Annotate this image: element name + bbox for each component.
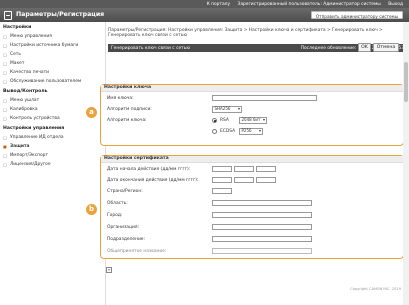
sidebar-item-paper-source[interactable]: Настройки источника бумаги <box>0 41 105 50</box>
key-algo-label: Алгоритм ключа: <box>107 118 147 123</box>
sidebar: Настройки Меню управления Настройки исто… <box>0 22 106 305</box>
city-label: Город: <box>107 213 123 218</box>
signature-algo-label: Алгоритм подписи: <box>107 107 152 112</box>
organization-label: Организация: <box>107 225 139 230</box>
sidebar-item-security[interactable]: Защита <box>0 142 105 151</box>
certificate-settings-panel: Настройки сертификата Дата начала действ… <box>100 155 404 259</box>
scrollbar-thumb[interactable] <box>404 62 408 102</box>
key-settings-heading: Настройки ключа <box>101 85 403 92</box>
key-settings-panel: Настройки ключа Имя ключа: Алгоритм подп… <box>100 84 404 146</box>
copyright: Copyright CANON INC. 2019 <box>350 287 401 291</box>
start-date-label: Дата начала действия (дд/мм гггг): <box>107 167 191 172</box>
callout-b: b <box>86 204 97 215</box>
sidebar-item-job-menu[interactable]: Меню ушлат <box>0 96 105 105</box>
sidebar-item-control-menu[interactable]: Меню управления <box>0 32 105 41</box>
rsa-bits-select[interactable]: 2048 бит <box>239 117 267 124</box>
top-bar: К порталу Зарегистрированный пользовател… <box>0 0 409 8</box>
sidebar-item-dept-id[interactable]: Управление ИД отдела <box>0 133 105 142</box>
common-name-label: Общепринятое название: <box>107 249 167 254</box>
user-info: Зарегистрированный пользователь: Админис… <box>237 1 381 7</box>
unit-input[interactable] <box>212 236 312 242</box>
page-top-icon[interactable]: ≡ <box>106 267 112 273</box>
ok-button[interactable]: OK <box>358 43 371 52</box>
sidebar-section-management: Настройки управления <box>3 126 65 131</box>
key-name-label: Имя ключа: <box>107 96 134 101</box>
ecdsa-label: ECDSA <box>220 129 236 134</box>
sidebar-section-output: Вывод/Контроль <box>3 89 48 94</box>
section-title: Генерировать ключ связи с сетью <box>111 45 191 51</box>
end-date-label: Дата окончания действия (дд/мм гггг): <box>107 178 199 183</box>
unit-label: Подразделение: <box>107 237 145 242</box>
ecdsa-radio[interactable] <box>212 129 217 134</box>
region-label: Область: <box>107 201 128 206</box>
city-input[interactable] <box>212 212 312 218</box>
vertical-scrollbar[interactable] <box>403 22 409 305</box>
sidebar-item-layout[interactable]: Макет <box>0 59 105 68</box>
region-input[interactable] <box>212 200 312 206</box>
rsa-label: RSA <box>220 118 229 123</box>
page-title: Параметры/Регистрация <box>16 11 105 18</box>
country-label: Страна/Регион: <box>107 189 143 194</box>
end-day-input[interactable] <box>212 177 232 183</box>
certificate-settings-heading: Настройки сертификата <box>101 156 403 163</box>
common-name-input[interactable] <box>212 248 312 254</box>
sidebar-item-print-quality[interactable]: Качество печати <box>0 68 105 77</box>
start-day-input[interactable] <box>212 166 232 172</box>
end-year-input[interactable] <box>256 177 276 183</box>
callout-a: a <box>86 107 97 118</box>
key-name-input[interactable] <box>212 95 317 101</box>
organization-input[interactable] <box>212 224 312 230</box>
start-month-input[interactable] <box>234 166 254 172</box>
ecdsa-curve-select[interactable]: P256 <box>239 128 263 135</box>
settings-page-icon <box>4 10 12 20</box>
signature-algo-select[interactable]: SHA256 <box>212 106 242 113</box>
country-input[interactable] <box>212 188 232 194</box>
end-month-input[interactable] <box>234 177 254 183</box>
logout-link[interactable]: Выход <box>388 2 403 7</box>
rsa-radio[interactable] <box>212 118 217 123</box>
header: Параметры/Регистрация Отправить админист… <box>0 8 409 22</box>
sidebar-item-import-export[interactable]: Импорт/Экспорт <box>0 151 105 160</box>
sidebar-item-user-maintenance[interactable]: Обслуживание пользователем <box>0 77 105 86</box>
sidebar-item-license[interactable]: Лицензия/Другое <box>0 160 105 169</box>
portal-link[interactable]: К порталу <box>207 2 231 7</box>
sidebar-section-settings: Настройки <box>3 25 32 30</box>
sidebar-item-network[interactable]: Сеть <box>0 50 105 59</box>
cancel-button[interactable]: Отмена <box>373 43 399 52</box>
start-year-input[interactable] <box>256 166 276 172</box>
breadcrumb: Параметры/Регистрация: Настройки управле… <box>108 28 383 39</box>
send-to-admin-button[interactable]: Отправить администратору системы <box>310 11 403 19</box>
